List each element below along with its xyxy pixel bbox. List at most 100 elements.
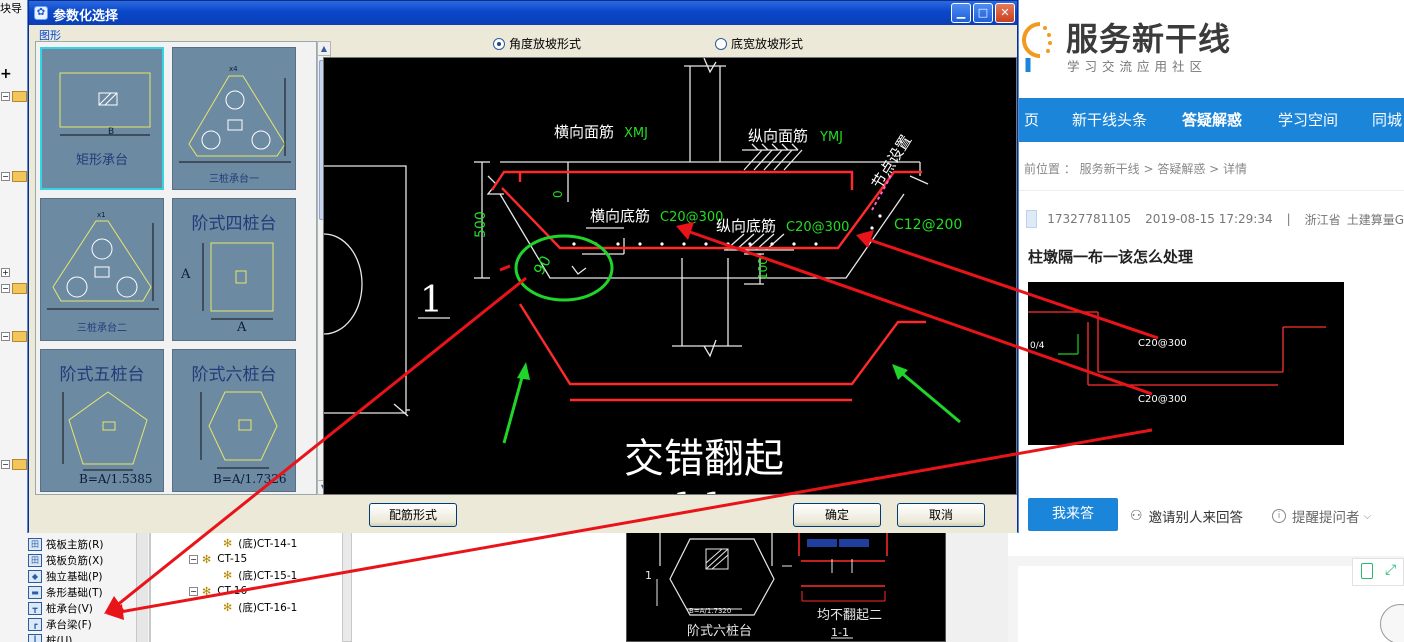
pile-icon: ┃ [28,633,42,642]
tree-item-pile-cap[interactable]: ┳ 桩承台(V) [28,600,93,616]
label-dim-500: 500 [473,211,489,238]
thumbnail-stepped-four-pile-cap[interactable]: 阶式四桩台 A A [172,198,296,341]
tree-item-cap-beam[interactable]: ┏ 承台梁(F) [28,616,92,632]
folder-icon [12,331,27,342]
radio-unchecked-icon[interactable] [715,37,727,50]
rect-cap-diagram [59,72,151,136]
collapse-toggle-icon[interactable]: − [189,554,198,564]
content-card [1018,566,1404,642]
gear-icon: ✻ [223,536,233,550]
expand-toggle-icon[interactable]: + [1,268,10,277]
pointer-green-1-head [517,362,530,380]
nav-learning-space[interactable]: 学习空间 [1278,98,1338,142]
thumbnail-label: 阶式四桩台 [191,214,277,234]
cad-thumbnail-subcaption: 1-1 [831,626,849,639]
thumbnail-dim: B=A/1.5385 [79,472,153,486]
tree-item-raft-negative-rebar[interactable]: 田 筏板负筋(X) [28,552,103,568]
question-location: 浙江省 [1304,212,1341,227]
tree-item-label: 筏板负筋(X) [46,554,104,567]
radio-bottom-width-slope[interactable]: 底宽放坡形式 [715,35,803,52]
tree-leaf[interactable]: ✻ (底)CT-16-1 [223,599,297,615]
label-top-transverse-code: XMJ [624,126,648,141]
tree-leaf-label: (底)CT-14-1 [238,537,298,550]
gear-icon: ✻ [202,584,212,598]
answer-button[interactable]: 我来答 [1028,498,1118,531]
nav-local[interactable]: 同城 [1372,98,1402,142]
site-logo-title[interactable]: 服务新干线 [1066,14,1231,60]
copy-icon[interactable] [1361,563,1373,579]
thumbnail-dim: B [108,127,115,137]
rebar-form-button[interactable]: 配筋形式 [369,503,457,527]
thumbnail-label: 阶式五桩台 [59,365,145,385]
tree-item-raft-main-rebar[interactable]: 田 筏板主筋(R) [28,536,104,552]
question-meta: 17327781105 2019-08-15 17:29:34 | 浙江省 土建… [1026,208,1404,230]
collapse-toggle-icon[interactable]: − [1,92,10,101]
thumbnail-label: 三桩承台一 [209,174,259,185]
minimize-icon[interactable]: ▁ [951,3,971,23]
pointer-green-1 [502,369,526,444]
screen: 块导 + − − + − − − 田 筏板主筋(R) 田 筏板负筋(X) ◆ 独… [0,0,1404,642]
pile-cap-icon: ┳ [28,601,42,615]
question-datetime: 2019-08-15 17:29:34 [1145,212,1273,226]
strip-footing-icon: ▬ [28,585,42,599]
user-icon: ⚇ [1130,508,1143,524]
thumbnail-three-pile-cap-1[interactable]: x4 三桩承台一 [172,47,296,190]
folder-icon [12,459,27,470]
radio-checked-icon[interactable] [493,37,505,50]
collapse-toggle-icon[interactable]: − [1,460,10,469]
question-category[interactable]: 土建算量G [1347,211,1404,228]
expand-icon[interactable]: ⤢ [1385,562,1396,578]
chevron-down-icon: ⌵ [1363,510,1372,522]
nav-home[interactable]: 页 [1024,98,1039,142]
thumbnail-label: 三桩承台二 [77,323,127,334]
radio-label: 角度放坡形式 [509,37,582,51]
tree-item-label: 条形基础(T) [46,586,103,599]
cad-thumbnail-caption-2: 均不翻起二 [817,608,882,623]
collapse-toggle-icon[interactable]: − [1,172,10,181]
tree-scrollbar[interactable] [342,530,352,642]
tree-item-strip-footing[interactable]: ▬ 条形基础(T) [28,584,103,600]
tree-item-isolated-footing[interactable]: ◆ 独立基础(P) [28,568,103,584]
breadcrumb[interactable]: 前位置 ： 服务新干线 > 答疑解惑 > 详情 [1024,160,1247,177]
dialog-titlebar[interactable] [29,1,1017,25]
top-menu-label[interactable]: 块导 [0,0,22,16]
cancel-button[interactable]: 取消 [897,503,985,527]
tree-leaf[interactable]: ✻ (底)CT-14-1 [223,535,297,551]
tree-leaf[interactable]: ✻ (底)CT-15-1 [223,567,297,583]
question-user[interactable]: 17327781105 [1047,212,1131,226]
info-icon: i [1272,509,1286,523]
collapse-toggle-icon[interactable]: − [1,332,10,341]
question-image-drawing: 0/4 C20@300 C20@300 [1028,311,1326,405]
thumbnail-dim: A [181,267,191,282]
collapse-toggle-icon[interactable]: − [1,284,10,293]
invite-link[interactable]: ⚇ 邀请别人来回答 [1130,506,1243,526]
close-icon[interactable]: ✕ [995,3,1015,23]
cad-thumbnail-drawing: B=A/1.7320 1 阶式六桩台 均不翻起二 1-1 [645,531,888,639]
site-logo-icon[interactable] [1012,10,1058,74]
radio-label: 底宽放坡形式 [731,37,804,51]
label-dim-0: 0 [551,190,565,198]
radio-angle-slope[interactable]: 角度放坡形式 [493,35,581,52]
thumbnail-dim-bottom: A [237,320,247,335]
avatar[interactable] [1026,210,1038,228]
thumbnail-stepped-six-pile-cap[interactable]: 阶式六桩台 B=A/1.7326 [172,349,296,492]
tree-item-label: 筏板主筋(R) [46,538,104,551]
remind-link[interactable]: i 提醒提问者 ⌵ [1272,506,1371,526]
tree-item-label: 承台梁(F) [46,618,92,631]
maximize-icon[interactable]: □ [973,3,993,23]
ok-button[interactable]: 确定 [793,503,881,527]
meta-separator: | [1286,212,1291,226]
thumbnail-rect-pile-cap[interactable]: B 矩形承台 [40,47,164,190]
nav-headlines[interactable]: 新干线头条 [1072,98,1147,142]
add-icon[interactable]: + [0,66,12,82]
slope-type-options: 角度放坡形式 底宽放坡形式 [323,27,1017,55]
thumbnail-three-pile-cap-2[interactable]: x1 三桩承台二 [40,198,164,341]
tree-node[interactable]: − ✻ CT-16 [189,583,247,599]
left-panel-scrollbar[interactable] [136,528,148,642]
tree-item-pile[interactable]: ┃ 桩(U) [28,632,72,642]
nav-qa[interactable]: 答疑解惑 [1182,98,1242,142]
question-image[interactable]: 0/4 C20@300 C20@300 [1028,282,1344,445]
thumbnail-stepped-five-pile-cap[interactable]: 阶式五桩台 B=A/1.5385 [40,349,164,492]
tree-node[interactable]: − ✻ CT-15 [189,551,247,567]
collapse-toggle-icon[interactable]: − [189,586,198,596]
